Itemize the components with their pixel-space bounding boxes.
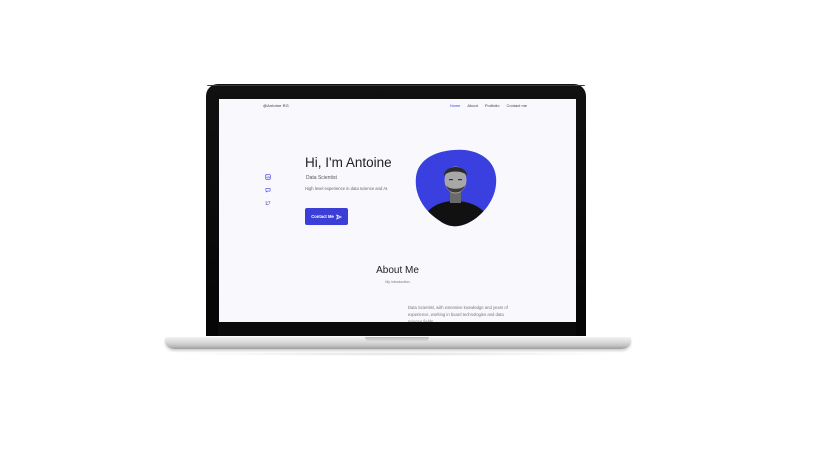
laptop-bezel-bottom — [218, 322, 576, 336]
nav-item-home[interactable]: Home — [450, 103, 461, 108]
contact-me-label: Contact Me — [311, 214, 334, 219]
nav-menu: Home About Portfolio Contact me — [450, 103, 527, 108]
laptop-screen: @Antoine RG Home About Portfolio Contact… — [219, 99, 576, 322]
laptop-lid-edge — [207, 85, 585, 86]
hero-subtitle: Data Scientist — [306, 175, 337, 181]
contact-me-button[interactable]: Contact Me — [305, 208, 348, 225]
nav-item-portfolio[interactable]: Portfolio — [485, 103, 500, 108]
twitter-icon[interactable] — [265, 200, 271, 206]
laptop-base-notch — [365, 337, 429, 342]
linkedin-icon[interactable] — [265, 174, 271, 180]
profile-photo — [415, 149, 497, 227]
about-text: Data Scientist, with extensive knowledge… — [408, 305, 508, 322]
site-logo[interactable]: @Antoine RG — [263, 103, 289, 108]
send-icon — [336, 214, 342, 219]
nav-item-about[interactable]: About — [467, 103, 477, 108]
social-links — [265, 174, 271, 206]
chat-icon[interactable] — [265, 187, 271, 193]
laptop-shadow — [175, 352, 621, 356]
about-title: About Me — [376, 265, 419, 276]
hero-description: High level experience in data science an… — [305, 186, 389, 191]
nav-item-contact[interactable]: Contact me — [507, 103, 527, 108]
about-subtitle: My introduction — [385, 280, 410, 284]
hero-title: Hi, I'm Antoine — [305, 155, 392, 170]
